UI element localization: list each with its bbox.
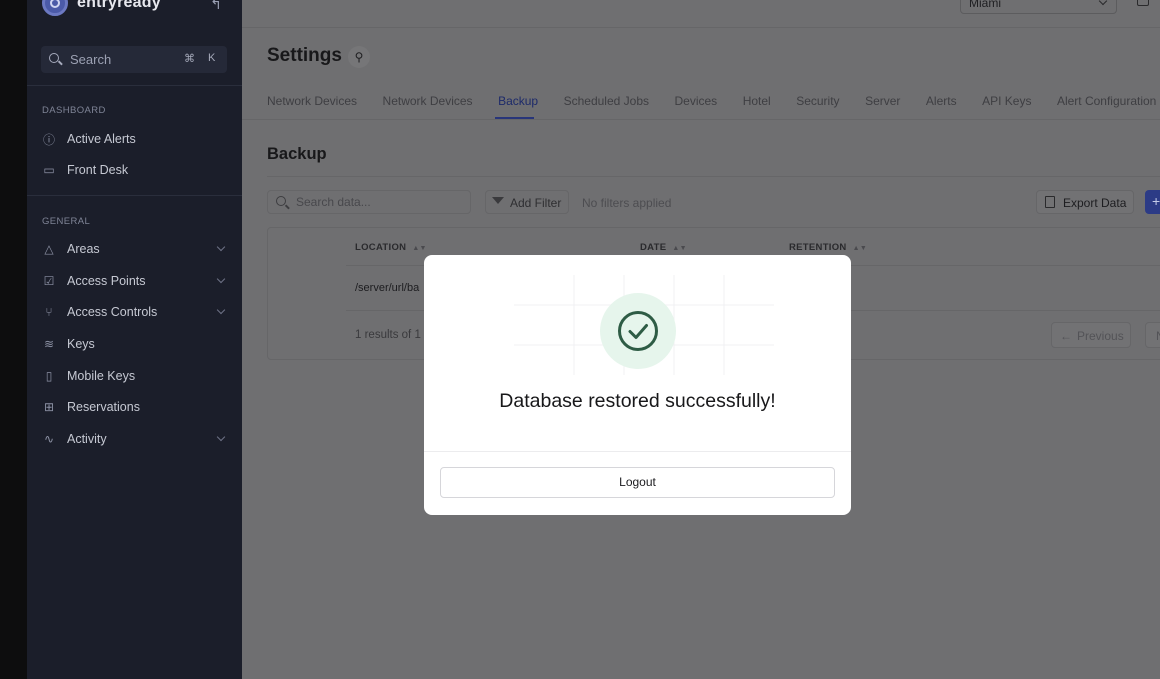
sidebar-item-front-desk[interactable]: ▭ Front Desk [42, 158, 228, 182]
divider [242, 27, 1160, 28]
page-title: Settings [267, 45, 342, 66]
sidebar-item-activity[interactable]: ∿ Activity [42, 427, 228, 451]
window-frame [0, 0, 27, 679]
add-filter-button[interactable]: Add Filter [485, 190, 569, 214]
sidebar-item-label: Active Alerts [67, 132, 136, 146]
search-icon [49, 52, 63, 67]
sidebar-item-label: Access Controls [67, 305, 158, 319]
divider [27, 85, 242, 86]
sidebar-item-areas[interactable]: △ Areas [42, 237, 228, 261]
previous-page-button[interactable]: ← Previous [1051, 322, 1131, 348]
sidebar-item-keys[interactable]: ≋ Keys [42, 332, 228, 356]
triangle-icon: △ [44, 242, 54, 256]
divider [267, 176, 1160, 177]
chevron-down-icon [216, 432, 226, 442]
collapse-sidebar-icon[interactable]: ↰ [205, 0, 227, 16]
filter-icon [492, 197, 504, 204]
tab-api-keys[interactable]: API Keys [982, 94, 1031, 120]
sidebar-item-label: Keys [67, 337, 95, 351]
add-backup-button[interactable]: + [1145, 190, 1160, 214]
pin-icon[interactable]: ⚲ [348, 46, 370, 68]
network-icon: ⑂ [45, 305, 53, 319]
sidebar-item-label: Access Points [67, 274, 146, 288]
grid-icon: ⊞ [43, 400, 55, 414]
add-filter-label: Add Filter [510, 196, 562, 210]
section-label-dashboard: DASHBOARD [42, 105, 106, 116]
tab-network-devices[interactable]: Network Devices [267, 94, 357, 120]
sidebar-item-active-alerts[interactable]: ⓘ Active Alerts [42, 127, 228, 151]
alert-circle-icon: ⓘ [42, 132, 55, 147]
column-label: DATE [640, 242, 667, 253]
location-select[interactable]: Miami [960, 0, 1117, 14]
divider [424, 451, 851, 452]
tab-devices[interactable]: Devices [675, 94, 718, 120]
chevron-down-icon [216, 242, 226, 252]
table-cell-location: /server/url/ba [355, 282, 420, 294]
sidebar: entryready ↰ Search ⌘ K DASHBOARD ⓘ Acti… [27, 0, 242, 679]
tab-alert-configuration[interactable]: Alert Configuration [1057, 94, 1156, 120]
tab-alerts[interactable]: Alerts [926, 94, 957, 120]
section-label-general: GENERAL [42, 216, 91, 227]
location-value: Miami [969, 0, 1001, 10]
shortcut-cmd: ⌘ [184, 53, 195, 65]
brand-logo-icon [42, 0, 68, 16]
sidebar-item-label: Activity [67, 432, 107, 446]
sort-icon: ▲▼ [852, 245, 868, 252]
chevron-down-icon [1098, 0, 1108, 6]
brand-name: entryready [77, 0, 161, 11]
column-header-retention[interactable]: RETENTION ▲▼ [789, 242, 867, 253]
check-circle-icon [618, 311, 658, 351]
column-header-location[interactable]: LOCATION ▲▼ [355, 242, 427, 253]
checkbox-icon: ☑ [43, 274, 55, 288]
column-label: RETENTION [789, 242, 847, 253]
arrow-left-icon: ← [1060, 329, 1072, 343]
next-page-button[interactable]: N [1145, 322, 1160, 348]
filter-status: No filters applied [582, 196, 672, 210]
divider [242, 119, 1160, 120]
sidebar-item-label: Front Desk [67, 163, 129, 177]
sidebar-item-label: Reservations [67, 400, 140, 414]
sidebar-item-access-controls[interactable]: ⑂ Access Controls [42, 300, 228, 324]
sidebar-search-placeholder: Search [70, 52, 112, 67]
chevron-down-icon [216, 305, 226, 315]
column-label: LOCATION [355, 242, 407, 253]
shortcut-key: K [208, 52, 216, 64]
tab-server[interactable]: Server [865, 94, 900, 120]
dialog-message: Database restored successfully! [499, 390, 776, 412]
file-icon [1045, 196, 1055, 208]
export-label: Export Data [1063, 196, 1127, 210]
monitor-icon: ▭ [43, 163, 55, 177]
tab-scheduled-jobs[interactable]: Scheduled Jobs [564, 94, 649, 120]
sort-icon: ▲▼ [672, 245, 687, 252]
settings-tabs: Network Devices Network Devices Backup S… [267, 94, 1160, 120]
tab-security[interactable]: Security [796, 94, 839, 120]
tab-hotel[interactable]: Hotel [743, 94, 771, 120]
chevron-down-icon [216, 274, 226, 284]
sort-icon: ▲▼ [412, 245, 427, 252]
layers-icon: ≋ [43, 337, 55, 351]
activity-icon: ∿ [43, 432, 55, 446]
brand[interactable]: entryready [42, 0, 161, 18]
results-count: 1 results of 1 [355, 329, 421, 341]
previous-label: Previous [1077, 329, 1124, 343]
bell-icon[interactable] [1137, 0, 1149, 6]
logout-button[interactable]: Logout [440, 467, 835, 498]
sidebar-item-label: Areas [67, 242, 100, 256]
sidebar-item-access-points[interactable]: ☑ Access Points [42, 269, 228, 293]
sidebar-search-input[interactable]: Search ⌘ K [41, 46, 227, 73]
divider [27, 195, 242, 196]
success-dialog: Database restored successfully! Logout [424, 255, 851, 515]
phone-icon: ▯ [45, 369, 53, 383]
section-title: Backup [267, 145, 327, 163]
tab-network-devices-2[interactable]: Network Devices [383, 94, 473, 120]
sidebar-item-label: Mobile Keys [67, 369, 136, 383]
success-icon-halo [600, 293, 676, 369]
export-data-button[interactable]: Export Data [1036, 190, 1134, 214]
sidebar-item-mobile-keys[interactable]: ▯ Mobile Keys [42, 364, 228, 388]
data-search-input[interactable]: Search data... [267, 190, 471, 214]
sidebar-item-reservations[interactable]: ⊞ Reservations [42, 395, 228, 419]
column-header-date[interactable]: DATE ▲▼ [640, 242, 687, 253]
